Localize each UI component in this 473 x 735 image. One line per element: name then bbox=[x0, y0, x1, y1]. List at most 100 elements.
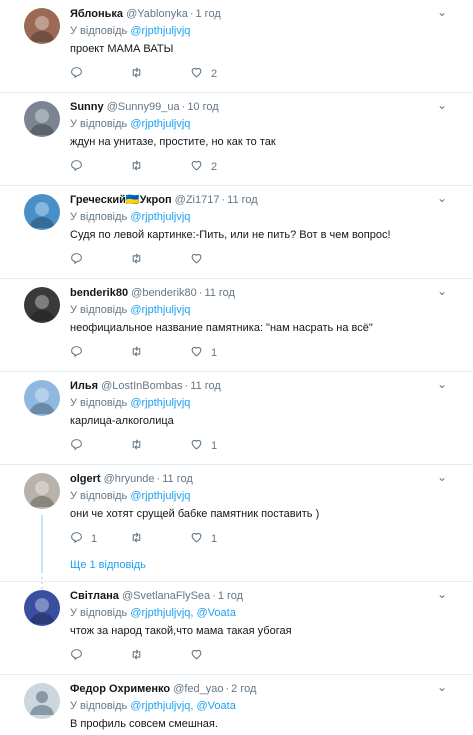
reply-prefix: У відповідь bbox=[70, 118, 128, 130]
author-name[interactable]: Федор Охрименко bbox=[70, 683, 170, 695]
reply-tweet[interactable]: ⌄ benderik80 @benderik80 · 11 год У відповід… bbox=[0, 279, 473, 372]
timestamp[interactable]: 2 год bbox=[231, 683, 256, 695]
timestamp[interactable]: 10 год bbox=[187, 101, 218, 113]
reply-context: У відповідь @rjpthjuljvjq bbox=[70, 487, 459, 505]
mention-link[interactable]: @rjpthjuljvjq bbox=[130, 490, 190, 502]
like-button[interactable]: 1 bbox=[190, 345, 250, 361]
retweet-button[interactable] bbox=[130, 345, 190, 361]
timestamp[interactable]: 1 год bbox=[196, 8, 221, 20]
reply-button[interactable] bbox=[70, 438, 130, 454]
chevron-down-icon[interactable]: ⌄ bbox=[437, 588, 447, 600]
chevron-down-icon[interactable]: ⌄ bbox=[437, 6, 447, 18]
reply-button[interactable] bbox=[70, 648, 130, 664]
retweet-button[interactable] bbox=[130, 648, 190, 664]
reply-tweet[interactable]: ⌄ Федор Охрименко @fed_yao · 2 год У відпові… bbox=[0, 675, 473, 735]
like-button[interactable]: 1 bbox=[190, 531, 250, 547]
like-button[interactable]: 2 bbox=[190, 66, 250, 82]
timestamp[interactable]: 11 год bbox=[190, 380, 221, 392]
replies-feed: ⌄ Яблонька @Yablonyka · 1 год У відповідь @r… bbox=[0, 0, 473, 735]
author-name[interactable]: Яблонька bbox=[70, 8, 123, 20]
tweet-header: Sunny @Sunny99_ua · 10 год bbox=[70, 99, 459, 115]
avatar[interactable] bbox=[24, 683, 60, 719]
author-handle[interactable]: @Zi1717 bbox=[175, 194, 220, 206]
chevron-down-icon[interactable]: ⌄ bbox=[437, 99, 447, 111]
author-name[interactable]: olgert bbox=[70, 473, 101, 485]
avatar[interactable] bbox=[24, 380, 60, 416]
mention-link[interactable]: @rjpthjuljvjq, @Voata bbox=[130, 607, 236, 619]
heart-icon bbox=[190, 159, 203, 175]
avatar[interactable] bbox=[24, 473, 60, 509]
reply-button[interactable] bbox=[70, 159, 130, 175]
author-name[interactable]: benderik80 bbox=[70, 287, 128, 299]
reply-tweet[interactable]: ⌄ olgert @hryunde · 11 год У відповідь @rjpt… bbox=[0, 465, 473, 589]
reply-tweet[interactable]: ⌄ Sunny @Sunny99_ua · 10 год У відповідь @rj… bbox=[0, 93, 473, 186]
author-handle[interactable]: @benderik80 bbox=[131, 287, 197, 299]
like-button[interactable] bbox=[190, 252, 250, 268]
reply-tweet[interactable]: ⌄ Яблонька @Yablonyka · 1 год У відповідь @r… bbox=[0, 0, 473, 93]
retweet-icon bbox=[130, 345, 143, 361]
tweet-text: чтож за народ такой,что мама такая убога… bbox=[70, 625, 292, 637]
retweet-icon bbox=[130, 438, 143, 454]
reply-icon bbox=[70, 252, 83, 268]
reply-prefix: У відповідь bbox=[70, 397, 128, 409]
tweet-header: Яблонька @Yablonyka · 1 год bbox=[70, 6, 459, 22]
reply-icon bbox=[70, 345, 83, 361]
reply-button[interactable]: 1 bbox=[70, 531, 130, 547]
avatar[interactable] bbox=[24, 287, 60, 323]
author-name[interactable]: Sunny bbox=[70, 101, 104, 113]
reply-button[interactable] bbox=[70, 252, 130, 268]
retweet-button[interactable] bbox=[130, 66, 190, 82]
author-handle[interactable]: @fed_yao bbox=[173, 683, 223, 695]
reply-button[interactable] bbox=[70, 345, 130, 361]
author-name[interactable]: Греческий🇺🇦Укроп bbox=[70, 194, 172, 206]
tweet-text: Судя по левой картинке:-Пить, или не пит… bbox=[70, 229, 391, 241]
reply-context: У відповідь @rjpthjuljvjq, @Voata bbox=[70, 697, 459, 715]
chevron-down-icon[interactable]: ⌄ bbox=[437, 378, 447, 390]
chevron-down-icon[interactable]: ⌄ bbox=[437, 681, 447, 693]
like-button[interactable]: 1 bbox=[190, 438, 250, 454]
timestamp[interactable]: 11 год bbox=[204, 287, 235, 299]
avatar[interactable] bbox=[24, 8, 60, 44]
chevron-down-icon[interactable]: ⌄ bbox=[437, 285, 447, 297]
timestamp[interactable]: 1 год bbox=[218, 590, 243, 602]
reply-context: У відповідь @rjpthjuljvjq bbox=[70, 115, 459, 133]
avatar[interactable] bbox=[24, 194, 60, 230]
mention-link[interactable]: @rjpthjuljvjq bbox=[130, 118, 190, 130]
author-handle[interactable]: @Yablonyka bbox=[126, 8, 188, 20]
tweet-actions: 1 bbox=[70, 341, 459, 365]
mention-link[interactable]: @rjpthjuljvjq bbox=[130, 25, 190, 37]
avatar[interactable] bbox=[24, 590, 60, 626]
chevron-down-icon[interactable]: ⌄ bbox=[437, 471, 447, 483]
author-handle[interactable]: @SvetlanaFlySea bbox=[122, 590, 210, 602]
author-handle[interactable]: @LostInBombas bbox=[101, 380, 183, 392]
retweet-icon bbox=[130, 252, 143, 268]
like-count: 2 bbox=[211, 161, 218, 173]
mention-link[interactable]: @rjpthjuljvjq bbox=[130, 211, 190, 223]
author-handle[interactable]: @Sunny99_ua bbox=[107, 101, 180, 113]
reply-button[interactable] bbox=[70, 66, 130, 82]
timestamp[interactable]: 11 год bbox=[162, 473, 193, 485]
mention-link[interactable]: @rjpthjuljvjq bbox=[130, 304, 190, 316]
reply-tweet[interactable]: ⌄ Світлана @SvetlanaFlySea · 1 год У відпові… bbox=[0, 582, 473, 675]
timestamp[interactable]: 11 год bbox=[227, 194, 258, 206]
reply-icon bbox=[70, 531, 83, 547]
chevron-down-icon[interactable]: ⌄ bbox=[437, 192, 447, 204]
retweet-button[interactable] bbox=[130, 531, 190, 547]
reply-tweet[interactable]: ⌄ Греческий🇺🇦Укроп @Zi1717 · 11 год У відпов… bbox=[0, 186, 473, 279]
heart-icon bbox=[190, 345, 203, 361]
author-name[interactable]: Илья bbox=[70, 380, 98, 392]
retweet-button[interactable] bbox=[130, 252, 190, 268]
author-name[interactable]: Світлана bbox=[70, 590, 119, 602]
reply-tweet[interactable]: ⌄ Илья @LostInBombas · 11 год У відповідь @r… bbox=[0, 372, 473, 465]
retweet-button[interactable] bbox=[130, 159, 190, 175]
mention-link[interactable]: @rjpthjuljvjq, @Voata bbox=[130, 700, 236, 712]
retweet-button[interactable] bbox=[130, 438, 190, 454]
tweet-text: ждун на унитазе, простите, но как то так bbox=[70, 136, 276, 148]
like-button[interactable]: 2 bbox=[190, 159, 250, 175]
avatar[interactable] bbox=[24, 101, 60, 137]
tweet-actions bbox=[70, 248, 459, 272]
show-more-replies-link[interactable]: Ще 1 відповідь bbox=[70, 551, 459, 581]
author-handle[interactable]: @hryunde bbox=[104, 473, 155, 485]
like-button[interactable] bbox=[190, 648, 250, 664]
mention-link[interactable]: @rjpthjuljvjq bbox=[130, 397, 190, 409]
